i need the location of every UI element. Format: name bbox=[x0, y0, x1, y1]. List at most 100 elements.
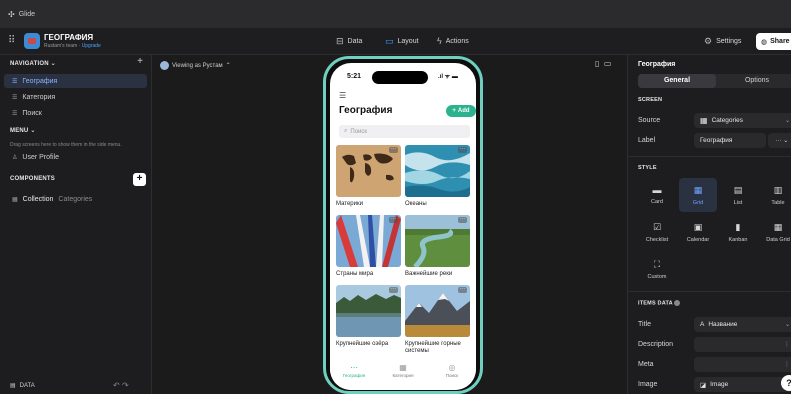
tab-general[interactable]: General bbox=[638, 74, 716, 88]
panel-title: География bbox=[638, 61, 676, 68]
info-icon[interactable] bbox=[674, 300, 681, 306]
more-icon[interactable]: ··· bbox=[458, 287, 467, 293]
style-data-grid[interactable]: ▦ Data Grid bbox=[759, 215, 791, 249]
add-component-button[interactable]: + bbox=[133, 173, 146, 186]
redo-icon[interactable]: ↷ bbox=[122, 381, 129, 390]
database-icon: ▤ bbox=[10, 383, 16, 389]
help-button[interactable]: ? bbox=[781, 375, 791, 391]
image-select[interactable]: ◪ Image bbox=[694, 377, 791, 392]
navigation-header[interactable]: NAVIGATION ⌄ bbox=[10, 60, 56, 67]
title-select[interactable]: A Название ⌄ bbox=[694, 317, 791, 332]
viewing-as-selector[interactable]: Viewing as Рустам ⌃ bbox=[160, 61, 231, 70]
label-options-button[interactable]: ··· ⌄ bbox=[768, 133, 791, 148]
card-vazhneyshie-reki[interactable]: ··· Важнейшие реки bbox=[405, 215, 470, 278]
more-icon[interactable]: ··· bbox=[458, 217, 467, 223]
tab-geografiya[interactable]: ⋯ География bbox=[334, 363, 374, 378]
style-label: Data Grid bbox=[766, 237, 790, 243]
chevron-down-icon: ⌄ bbox=[784, 322, 790, 328]
phone-screen: 5:21 .ıl ᯤ ▬ ☰ География + Add ⌕ Поиск ·… bbox=[330, 63, 476, 390]
more-icon[interactable]: ··· bbox=[389, 287, 398, 293]
phone-tab-bar: ⋯ География ▦ Категория ◎ Поиск bbox=[330, 359, 476, 390]
description-select[interactable]: ⋮ bbox=[694, 337, 791, 352]
custom-icon: ⛶ bbox=[653, 259, 661, 269]
tab-layout[interactable]: ▭ Layout bbox=[385, 36, 419, 47]
style-card[interactable]: ▬ Card bbox=[638, 178, 676, 212]
add-button[interactable]: + Add bbox=[446, 105, 476, 117]
style-table[interactable]: ▥ Table bbox=[759, 178, 791, 212]
globe-icon: ◍ bbox=[761, 38, 768, 46]
meta-select[interactable]: ⋮ bbox=[694, 357, 791, 372]
window-title: Glide bbox=[18, 10, 36, 18]
tablet-icon[interactable]: ▭ bbox=[604, 59, 612, 68]
sidebar-item-poisk[interactable]: ☰ Поиск bbox=[4, 106, 147, 120]
search-icon: ◎ bbox=[448, 363, 456, 372]
tab-actions[interactable]: ϟ Actions bbox=[437, 36, 469, 46]
tab-poisk[interactable]: ◎ Поиск bbox=[432, 363, 472, 378]
source-select[interactable]: ▦ Categories ⌄ bbox=[694, 113, 791, 128]
app-icon[interactable] bbox=[24, 33, 40, 49]
label-input[interactable]: География bbox=[694, 133, 766, 148]
divider bbox=[628, 291, 791, 292]
sidebar-item-user-profile[interactable]: ♙ User Profile bbox=[4, 150, 147, 164]
card-okeany[interactable]: ··· Океаны bbox=[405, 145, 470, 208]
more-icon[interactable]: ··· bbox=[458, 147, 467, 153]
tab-layout-label: Layout bbox=[397, 38, 419, 45]
settings-button[interactable]: ⚙ Settings bbox=[704, 36, 741, 47]
card-krupneyshie-ozera[interactable]: ··· Крупнейшие озёра bbox=[336, 285, 401, 348]
hamburger-menu-icon[interactable]: ☰ bbox=[339, 91, 346, 100]
kanban-icon: ▮ bbox=[735, 222, 741, 232]
component-label: Collection bbox=[22, 195, 54, 203]
card-image: ··· bbox=[336, 285, 401, 337]
undo-icon[interactable]: ↶ bbox=[113, 381, 120, 390]
style-list[interactable]: ▤ List bbox=[719, 178, 757, 212]
share-button[interactable]: ◍ Share bbox=[756, 33, 791, 50]
search-placeholder: Поиск bbox=[350, 128, 368, 135]
component-collection[interactable]: ▦ Collection Categories bbox=[4, 192, 147, 206]
search-input[interactable]: ⌕ Поиск bbox=[339, 125, 470, 138]
tab-data-label: Data bbox=[347, 38, 363, 45]
source-value: Categories bbox=[711, 117, 743, 124]
phone-icon[interactable]: ▯ bbox=[595, 59, 599, 68]
style-label: List bbox=[733, 200, 743, 206]
card-caption: Крупнейшие озёра bbox=[336, 341, 389, 347]
menu-header[interactable]: MENU ⌄ bbox=[10, 127, 36, 134]
style-custom[interactable]: ⛶ Custom bbox=[638, 252, 676, 286]
chevron-updown-icon: ⌃ bbox=[225, 63, 231, 69]
style-kanban[interactable]: ▮ Kanban bbox=[719, 215, 757, 249]
tab-options[interactable]: Options bbox=[718, 74, 791, 88]
style-checklist[interactable]: ☑ Checklist bbox=[638, 215, 676, 249]
upgrade-link[interactable]: Upgrade bbox=[82, 43, 101, 49]
data-footer[interactable]: ▤ DATA bbox=[10, 382, 35, 390]
menu-hint: Drag screens here to show them in the si… bbox=[10, 142, 122, 148]
chevron-down-icon: ⌄ bbox=[30, 128, 36, 134]
card-strany-mira[interactable]: ··· Страны мира bbox=[336, 215, 401, 278]
component-source: Categories bbox=[58, 195, 93, 203]
sidebar-item-label: География bbox=[22, 77, 58, 85]
tab-kategoriya[interactable]: ▦ Категория bbox=[383, 363, 423, 378]
more-icon[interactable]: ··· bbox=[389, 147, 398, 153]
title-value: Название bbox=[708, 321, 738, 328]
items-data-header: ITEMS DATA bbox=[638, 300, 681, 306]
style-calendar[interactable]: ▣ Calendar bbox=[679, 215, 717, 249]
table-icon: ▦ bbox=[700, 116, 708, 125]
card-materiki[interactable]: ··· Материки bbox=[336, 145, 401, 208]
sidebar-item-label: Поиск bbox=[22, 109, 42, 117]
left-sidebar: NAVIGATION ⌄ + ☰ География ☰ Категория ☰… bbox=[0, 55, 152, 394]
more-icon[interactable]: ··· bbox=[389, 217, 398, 223]
tab-actions-label: Actions bbox=[445, 37, 469, 45]
search-icon: ⌕ bbox=[344, 128, 348, 134]
card-krupneyshie-gornye-sistemy[interactable]: ··· Крупнейшие горные системы bbox=[405, 285, 470, 355]
apps-grid-icon[interactable]: ⠿ bbox=[8, 36, 18, 46]
app-name[interactable]: ГЕОГРАФИЯ bbox=[44, 33, 93, 42]
style-label: Card bbox=[651, 199, 663, 205]
image-value: Image bbox=[710, 381, 729, 388]
card-image: ··· bbox=[405, 215, 470, 267]
sidebar-item-geografiya[interactable]: ☰ География bbox=[4, 74, 147, 88]
style-grid[interactable]: ▦ Grid bbox=[679, 178, 717, 212]
text-type-icon: A bbox=[700, 321, 705, 328]
list-icon: ☰ bbox=[12, 110, 18, 117]
style-label: Custom bbox=[647, 274, 667, 280]
add-screen-button[interactable]: + bbox=[137, 56, 143, 67]
tab-data[interactable]: ⊟ Data bbox=[336, 36, 362, 47]
sidebar-item-kategoriya[interactable]: ☰ Категория bbox=[4, 90, 147, 104]
